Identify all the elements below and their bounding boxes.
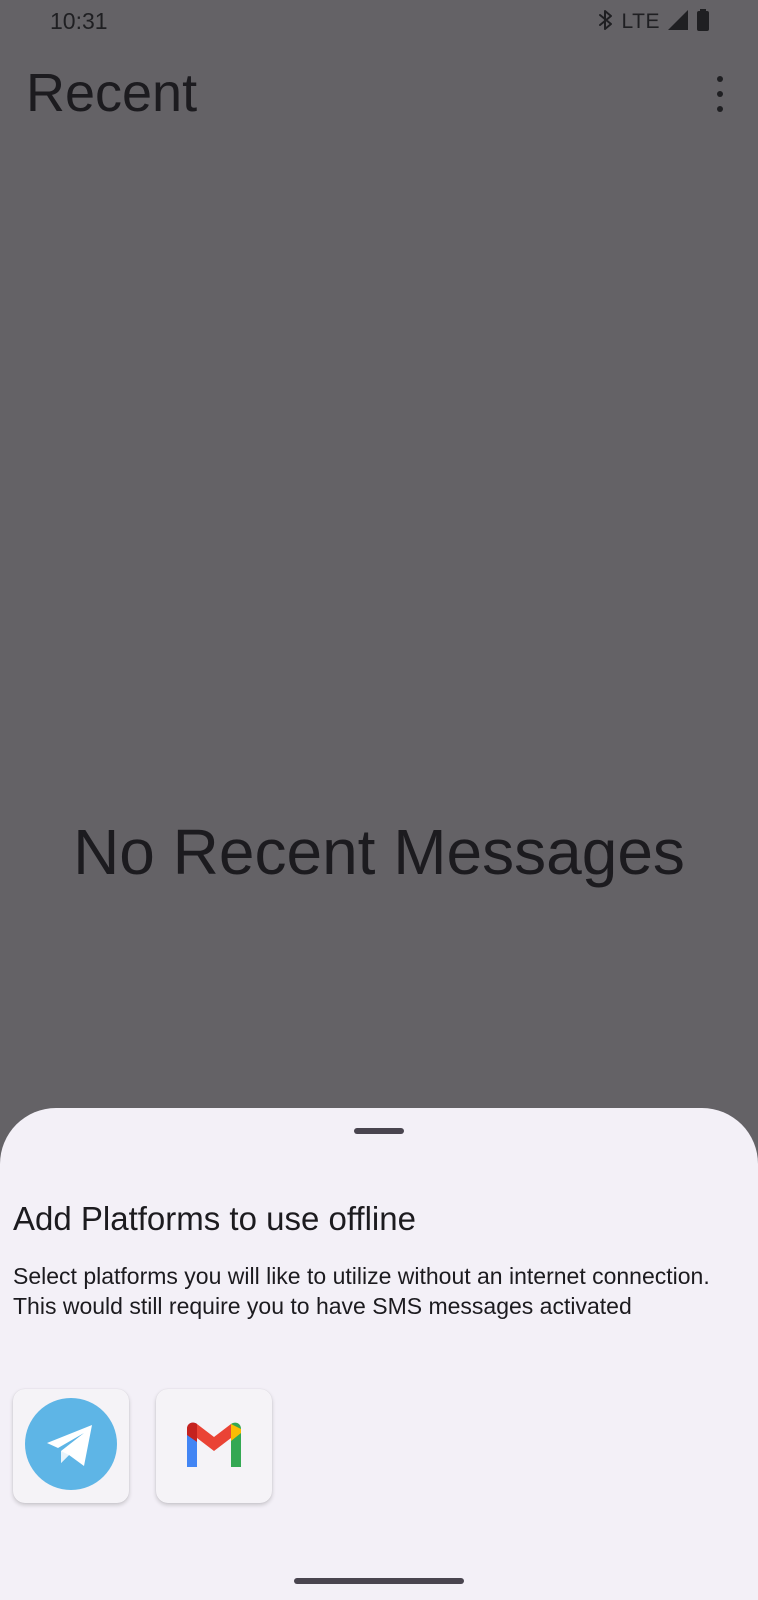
page-title: Recent xyxy=(26,63,198,123)
bluetooth-icon xyxy=(598,9,614,36)
sheet-description: Select platforms you will like to utiliz… xyxy=(13,1263,710,1319)
status-bar: 10:31 LTE xyxy=(0,0,758,44)
status-time: 10:31 xyxy=(50,8,108,34)
signal-icon xyxy=(668,9,688,35)
telegram-icon xyxy=(25,1397,117,1495)
sheet-drag-handle[interactable] xyxy=(354,1128,404,1134)
network-type-label: LTE xyxy=(621,10,660,33)
sheet-title: Add Platforms to use offline xyxy=(13,1200,416,1237)
platform-card-gmail[interactable] xyxy=(156,1389,272,1503)
more-vert-icon[interactable] xyxy=(708,76,732,112)
gesture-nav-handle[interactable] xyxy=(294,1578,464,1584)
screen: 10:31 LTE Recent No Recent Messages Add … xyxy=(0,0,758,1600)
menu-dot xyxy=(717,106,723,112)
gmail-icon xyxy=(184,1421,244,1472)
empty-state-message: No Recent Messages xyxy=(73,816,685,888)
menu-dot xyxy=(717,76,723,82)
platform-card-telegram[interactable] xyxy=(13,1389,129,1503)
bottom-sheet: Add Platforms to use offline Select plat… xyxy=(0,1108,758,1600)
status-icons: LTE xyxy=(598,8,710,36)
menu-dot xyxy=(717,91,723,97)
battery-icon xyxy=(696,8,710,36)
